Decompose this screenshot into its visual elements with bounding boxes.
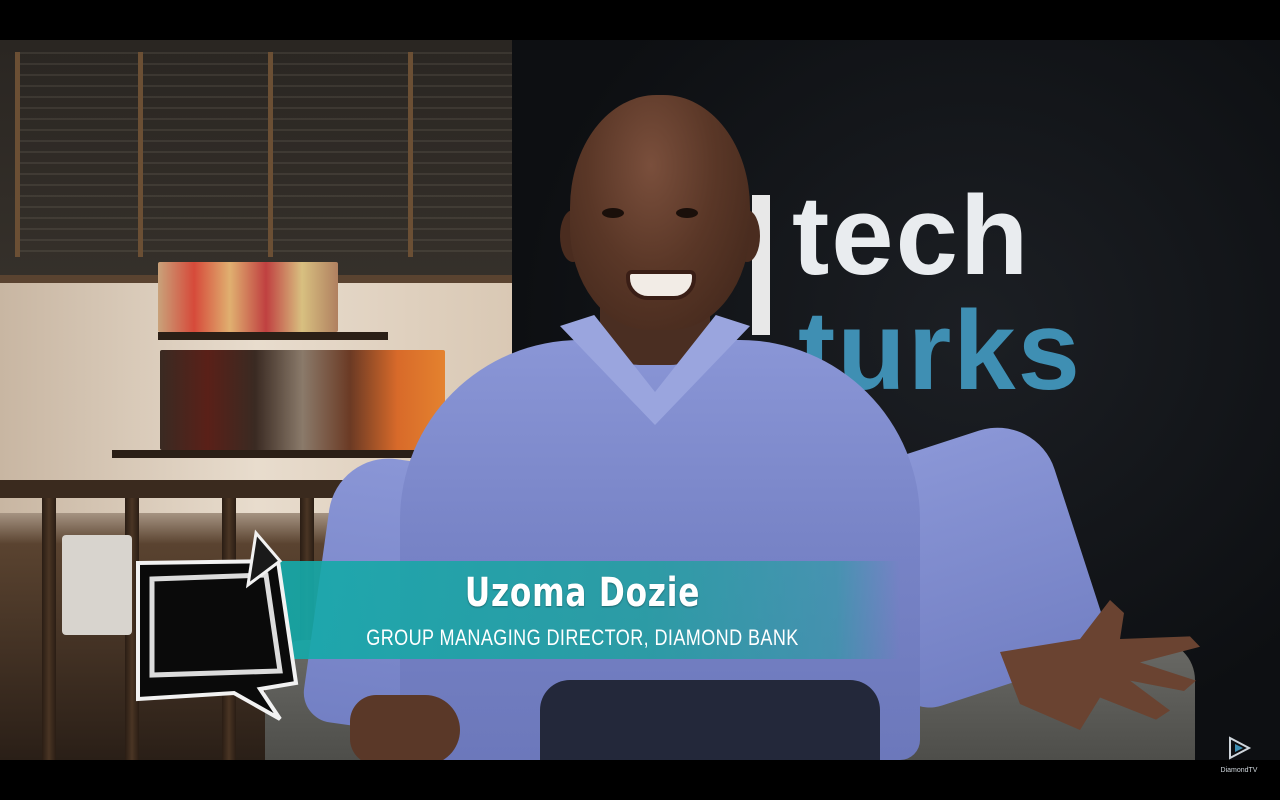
video-scene: tech turks Uzoma Dozie GROUP MANAGING DI… bbox=[0, 40, 1280, 760]
chalkboard-panel bbox=[138, 52, 268, 257]
speaker-name: Uzoma Dozie bbox=[464, 570, 701, 616]
lamp bbox=[62, 535, 132, 635]
chalkboard-panel bbox=[15, 52, 138, 257]
chalkboard-panel bbox=[268, 52, 408, 257]
play-triangle-icon bbox=[1229, 736, 1252, 760]
railing-baluster bbox=[42, 498, 56, 760]
chalkboard-menu bbox=[0, 40, 515, 283]
shelf-books bbox=[160, 350, 445, 450]
diamondtv-watermark: DiamondTV bbox=[1214, 735, 1264, 779]
shelf bbox=[158, 332, 388, 340]
person-left-hand bbox=[350, 695, 460, 760]
shelf bbox=[112, 450, 432, 458]
logo-tech-text: tech bbox=[792, 173, 1031, 298]
chalkboard-panel bbox=[408, 52, 513, 257]
person-smile bbox=[626, 270, 696, 300]
watermark-label: DiamondTV bbox=[1220, 767, 1258, 774]
video-frame: tech turks Uzoma Dozie GROUP MANAGING DI… bbox=[0, 0, 1280, 800]
speech-bubble-logo-icon bbox=[136, 529, 299, 721]
person-trousers bbox=[540, 680, 880, 760]
person-eye bbox=[676, 208, 698, 218]
speaker-title: GROUP MANAGING DIRECTOR, DIAMOND BANK bbox=[366, 625, 799, 650]
shelf-products bbox=[158, 262, 338, 332]
person-eye bbox=[602, 208, 624, 218]
